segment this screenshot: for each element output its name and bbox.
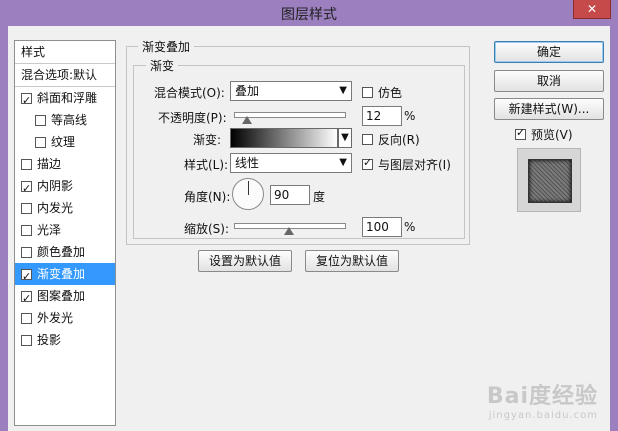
watermark-logo: Bai度经验 jingyan.baidu.com bbox=[487, 378, 598, 421]
dither-checkbox[interactable]: 仿色 bbox=[362, 84, 402, 101]
watermark-brand: Bai度经验 bbox=[486, 384, 598, 409]
scale-unit: % bbox=[404, 220, 416, 234]
angle-unit: 度 bbox=[313, 190, 326, 204]
style-list: 样式 混合选项:默认 斜面和浮雕等高线纹理描边内阴影内发光光泽颜色叠加渐变叠加图… bbox=[14, 40, 116, 426]
style-item-checkbox[interactable] bbox=[21, 158, 32, 170]
style-item-checkbox[interactable] bbox=[21, 246, 32, 258]
gradient-group-title: 渐变 bbox=[146, 57, 179, 74]
style-item[interactable]: 外发光 bbox=[15, 307, 115, 329]
opacity-slider-thumb[interactable] bbox=[242, 116, 253, 124]
gradient-label: 渐变: bbox=[193, 133, 222, 147]
scale-input[interactable]: 100 bbox=[362, 217, 402, 237]
align-check-icon bbox=[362, 156, 373, 170]
style-item-label: 等高线 bbox=[51, 113, 88, 127]
style-item-label: 颜色叠加 bbox=[37, 245, 86, 259]
style-item-label: 斜面和浮雕 bbox=[37, 91, 98, 105]
style-preview-thumbnail bbox=[517, 148, 581, 212]
style-item-checkbox[interactable] bbox=[21, 178, 32, 200]
opacity-input[interactable]: 12 bbox=[362, 106, 402, 126]
style-item[interactable]: 渐变叠加 bbox=[15, 263, 115, 288]
style-items: 斜面和浮雕等高线纹理描边内阴影内发光光泽颜色叠加渐变叠加图案叠加外发光投影 bbox=[15, 87, 115, 351]
preview-checkbox[interactable]: 预览(V) bbox=[515, 126, 573, 143]
reset-default-button[interactable]: 复位为默认值 bbox=[305, 250, 399, 272]
style-item-checkbox[interactable] bbox=[21, 288, 32, 310]
reverse-check-icon bbox=[362, 134, 373, 145]
preview-label: 预览(V) bbox=[531, 128, 573, 142]
title-bar[interactable]: 图层样式 ✕ bbox=[0, 0, 618, 26]
style-list-header[interactable]: 样式 bbox=[15, 41, 115, 64]
chevron-down-icon: ▼ bbox=[339, 157, 347, 168]
new-style-button[interactable]: 新建样式(W)... bbox=[494, 98, 604, 120]
blend-mode-select[interactable]: 叠加 ▼ bbox=[230, 81, 352, 101]
chevron-down-icon: ▼ bbox=[341, 132, 349, 143]
align-with-layer-checkbox[interactable]: 与图层对齐(I) bbox=[362, 156, 451, 173]
style-item-label: 内发光 bbox=[37, 201, 74, 215]
align-label: 与图层对齐(I) bbox=[378, 158, 451, 172]
style-label: 样式(L): bbox=[184, 158, 229, 172]
style-item[interactable]: 图案叠加 bbox=[15, 285, 115, 310]
opacity-label: 不透明度(P): bbox=[158, 111, 227, 125]
gradient-style-select[interactable]: 线性 ▼ bbox=[230, 153, 352, 173]
style-item-checkbox[interactable] bbox=[35, 114, 46, 126]
blend-options-item[interactable]: 混合选项:默认 bbox=[15, 64, 115, 87]
angle-needle bbox=[248, 181, 249, 195]
window-title: 图层样式 bbox=[281, 7, 337, 23]
cancel-button[interactable]: 取消 bbox=[494, 70, 604, 92]
style-item-checkbox[interactable] bbox=[21, 202, 32, 214]
scale-label: 缩放(S): bbox=[184, 222, 230, 236]
style-item-checkbox[interactable] bbox=[21, 334, 32, 346]
style-item-label: 外发光 bbox=[37, 311, 74, 325]
reverse-checkbox[interactable]: 反向(R) bbox=[362, 131, 420, 148]
style-item[interactable]: 描边 bbox=[15, 153, 115, 175]
dither-label: 仿色 bbox=[378, 86, 403, 100]
style-item[interactable]: 纹理 bbox=[15, 131, 115, 153]
preview-swatch bbox=[528, 159, 572, 203]
style-item-checkbox[interactable] bbox=[21, 266, 32, 288]
reverse-label: 反向(R) bbox=[378, 133, 420, 147]
dialog-client: 样式 混合选项:默认 斜面和浮雕等高线纹理描边内阴影内发光光泽颜色叠加渐变叠加图… bbox=[8, 26, 610, 431]
style-item[interactable]: 投影 bbox=[15, 329, 115, 351]
blend-mode-value: 叠加 bbox=[235, 84, 260, 98]
style-item[interactable]: 光泽 bbox=[15, 219, 115, 241]
style-item[interactable]: 内阴影 bbox=[15, 175, 115, 200]
gradient-dropdown[interactable]: ▼ bbox=[338, 128, 352, 148]
style-item-label: 渐变叠加 bbox=[37, 267, 86, 281]
opacity-unit: % bbox=[404, 109, 416, 123]
preview-check-icon bbox=[515, 126, 526, 140]
ok-button[interactable]: 确定 bbox=[494, 41, 604, 63]
close-button[interactable]: ✕ bbox=[573, 0, 611, 19]
style-item[interactable]: 等高线 bbox=[15, 109, 115, 131]
dither-check-icon bbox=[362, 87, 373, 98]
style-item-checkbox[interactable] bbox=[21, 90, 32, 112]
layer-style-dialog: 图层样式 ✕ 样式 混合选项:默认 斜面和浮雕等高线纹理描边内阴影内发光光泽颜色… bbox=[0, 0, 618, 431]
angle-dial[interactable] bbox=[232, 178, 264, 210]
style-item-label: 投影 bbox=[37, 333, 62, 347]
gradient-style-value: 线性 bbox=[235, 156, 260, 170]
style-item-label: 光泽 bbox=[37, 223, 62, 237]
style-item[interactable]: 内发光 bbox=[15, 197, 115, 219]
angle-input[interactable]: 90 bbox=[270, 185, 310, 205]
style-item-checkbox[interactable] bbox=[35, 136, 46, 148]
angle-label: 角度(N): bbox=[184, 190, 231, 204]
set-default-button[interactable]: 设置为默认值 bbox=[198, 250, 292, 272]
section-title: 渐变叠加 bbox=[138, 38, 195, 55]
chevron-down-icon: ▼ bbox=[339, 85, 347, 96]
style-item-checkbox[interactable] bbox=[21, 224, 32, 236]
blend-mode-label: 混合模式(O): bbox=[154, 86, 225, 100]
style-item-label: 图案叠加 bbox=[37, 289, 86, 303]
style-item[interactable]: 颜色叠加 bbox=[15, 241, 115, 263]
style-item-label: 纹理 bbox=[51, 135, 76, 149]
scale-slider-thumb[interactable] bbox=[284, 227, 294, 235]
watermark-url: jingyan.baidu.com bbox=[488, 410, 598, 421]
style-item-label: 内阴影 bbox=[37, 179, 74, 193]
gradient-preview[interactable] bbox=[230, 128, 338, 148]
style-item-label: 描边 bbox=[37, 157, 62, 171]
style-item-checkbox[interactable] bbox=[21, 312, 32, 324]
style-item[interactable]: 斜面和浮雕 bbox=[15, 87, 115, 112]
